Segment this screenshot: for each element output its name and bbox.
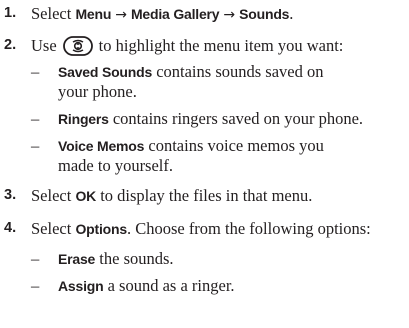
navigation-key-icon — [62, 36, 93, 56]
item-term: Ringers — [58, 111, 109, 127]
options-term: Options — [75, 221, 127, 237]
item-term: Assign — [58, 278, 104, 294]
step-number: 4. — [4, 220, 17, 236]
dash-bullet: – — [31, 249, 40, 268]
step-text: Use to highlight the menu item you want: — [31, 36, 344, 56]
step-text: Select Menu → Media Gallery → Sounds. — [31, 4, 294, 23]
dash-bullet: – — [31, 62, 40, 81]
arrow-icon: → — [115, 7, 127, 23]
step-text: Select Options. Choose from the followin… — [31, 219, 371, 238]
item-term: Erase — [58, 251, 96, 267]
step-number: 3. — [4, 187, 17, 203]
dash-bullet: – — [31, 136, 40, 155]
item-term: Voice Memos — [58, 138, 145, 154]
step-number: 1. — [4, 5, 17, 21]
dash-bullet: – — [31, 276, 40, 295]
instruction-page: 1. Select Menu → Media Gallery → Sounds. 2. … — [0, 0, 409, 328]
step-text: Select OK to display the files in that m… — [31, 186, 313, 205]
menu-path-item: Media Gallery — [130, 6, 220, 22]
menu-path-item: Menu — [75, 6, 112, 22]
menu-path-item: Sounds — [239, 6, 290, 22]
ok-term: OK — [75, 188, 97, 204]
step-number: 2. — [4, 37, 17, 53]
item-term: Saved Sounds — [58, 64, 153, 80]
dash-bullet: – — [31, 109, 40, 128]
arrow-icon: → — [223, 7, 236, 23]
